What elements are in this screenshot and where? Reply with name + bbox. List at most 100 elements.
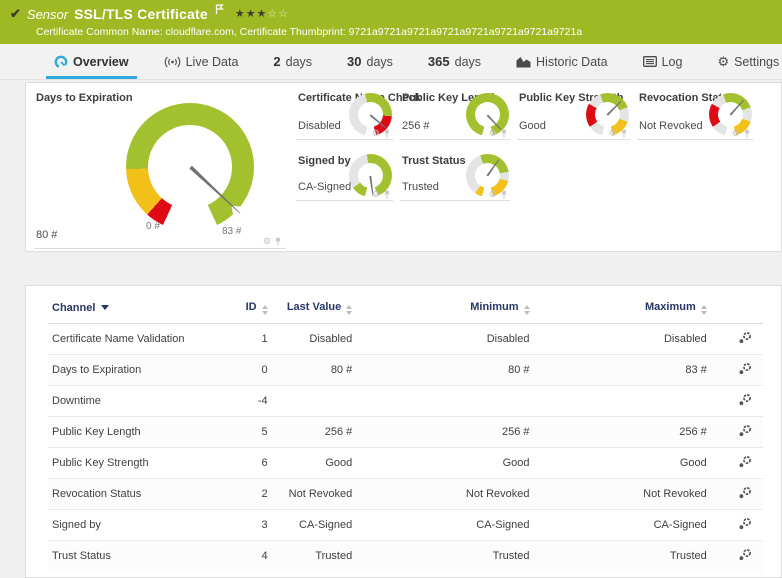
gauge-cell-signed-by[interactable]: Signed by CA-Signed ⚙ — [296, 146, 393, 201]
table-row[interactable]: Revocation Status 2 Not Revoked Not Revo… — [48, 478, 763, 510]
gauge-cell-public-key-length[interactable]: Public Key Length 256 # ⚙ — [400, 83, 510, 140]
cell-last-value: Trusted — [271, 540, 357, 571]
channel-settings-icon[interactable] — [738, 455, 753, 468]
channel-settings-icon[interactable] — [738, 517, 753, 530]
table-row[interactable]: Public Key Length 5 256 # 256 # 256 # — [48, 416, 763, 448]
gauge-cell-revocation-status[interactable]: Revocation Status Not Revoked ⚙ — [637, 83, 753, 140]
gauge-scale-min: 0 # — [146, 221, 160, 232]
cell-minimum: Not Revoked — [356, 478, 534, 510]
tab-30-days[interactable]: 30 days — [345, 44, 395, 79]
cell-id: 2 — [216, 478, 272, 510]
cell-id: 4 — [216, 540, 272, 571]
gauge-value: Trusted — [402, 181, 439, 193]
cell-channel: Public Key Length — [48, 416, 217, 448]
pin-icon[interactable] — [500, 190, 508, 199]
live-signal-icon — [164, 56, 180, 67]
log-list-icon — [642, 56, 657, 67]
channel-settings-icon[interactable] — [738, 486, 753, 499]
tab-2-days[interactable]: 2 days — [271, 44, 314, 79]
tab-settings[interactable]: ⚙ Settings — [715, 44, 781, 79]
column-header-maximum[interactable]: Maximum — [534, 296, 711, 324]
table-row[interactable]: Days to Expiration 0 80 # 80 # 83 # — [48, 354, 763, 386]
cell-id: 6 — [216, 447, 272, 479]
gauge-cell-public-key-strength[interactable]: Public Key Strength Good ⚙ — [517, 83, 630, 140]
channel-settings-icon[interactable] — [738, 362, 753, 375]
table-row[interactable]: Certificate Name Validation 1 Disabled D… — [48, 323, 763, 355]
sensor-kind-label: Sensor — [26, 6, 69, 22]
pin-icon[interactable] — [383, 129, 391, 138]
cell-minimum: CA-Signed — [356, 509, 534, 541]
cell-last-value: 256 # — [271, 416, 357, 448]
cell-id: -4 — [216, 385, 272, 417]
cell-minimum: 80 # — [356, 354, 534, 386]
cell-maximum — [533, 385, 711, 417]
gauge-icon — [54, 55, 68, 68]
tab-365-days[interactable]: 365 days — [426, 44, 483, 79]
column-header-channel[interactable]: Channel — [48, 296, 217, 324]
gauge-settings-gear-icon[interactable]: ⚙ — [732, 129, 740, 138]
gauge-settings-gear-icon[interactable]: ⚙ — [609, 129, 617, 138]
pin-icon[interactable] — [274, 237, 282, 246]
gauge-scale-max: 83 # — [222, 226, 242, 237]
tab-live-data[interactable]: Live Data — [162, 44, 241, 79]
cell-channel: Revocation Status — [48, 478, 217, 510]
tab-historic-data[interactable]: Historic Data — [514, 44, 610, 79]
cell-channel: Signed by — [48, 509, 217, 541]
gauge-settings-gear-icon[interactable]: ⚙ — [263, 237, 271, 246]
channel-settings-icon[interactable] — [738, 424, 753, 437]
priority-stars[interactable]: ★★★☆☆ — [235, 7, 289, 20]
channel-settings-icon[interactable] — [738, 548, 753, 561]
chart-icon — [516, 56, 531, 67]
column-header-id[interactable]: ID — [217, 296, 272, 324]
gauge-value: CA-Signed — [298, 181, 352, 193]
cell-channel: Trust Status — [48, 540, 217, 571]
cell-maximum: 256 # — [533, 416, 711, 448]
gauge-settings-gear-icon[interactable]: ⚙ — [372, 129, 380, 138]
cell-maximum: Disabled — [533, 323, 711, 355]
gauge-value: 256 # — [402, 120, 430, 132]
sensor-title: SSL/TLS Certificate — [74, 6, 208, 22]
cell-minimum — [356, 385, 534, 417]
sort-icon — [700, 305, 707, 315]
gauges-panel: Days to Expiration 0 # 83 # 80 # ⚙ Certi… — [25, 82, 782, 252]
gauge-title: Trust Status — [402, 155, 466, 167]
gear-icon: ⚙ — [717, 53, 730, 69]
column-header-last-value[interactable]: Last Value — [272, 296, 357, 324]
cell-channel: Certificate Name Validation — [48, 323, 217, 355]
pin-icon[interactable] — [500, 129, 508, 138]
gauge-settings-gear-icon[interactable]: ⚙ — [489, 129, 497, 138]
flag-icon[interactable] — [215, 2, 225, 20]
cell-maximum: Trusted — [533, 540, 711, 571]
cell-last-value: Good — [271, 447, 357, 479]
gauge-settings-gear-icon[interactable]: ⚙ — [489, 190, 497, 199]
gauge-settings-gear-icon[interactable]: ⚙ — [372, 190, 380, 199]
gauge-cell-days-to-expiration[interactable]: Days to Expiration 0 # 83 # 80 # ⚙ — [34, 83, 286, 249]
cell-maximum: Good — [533, 447, 711, 479]
tab-log[interactable]: Log — [641, 44, 685, 79]
table-row[interactable]: Downtime -4 — [48, 385, 763, 417]
table-row[interactable]: Signed by 3 CA-Signed CA-Signed CA-Signe… — [48, 509, 763, 541]
cell-id: 0 — [216, 354, 272, 386]
gauge-cell-certificate-name-check[interactable]: Certificate Name Check Disabled ⚙ — [296, 83, 421, 140]
table-row[interactable]: Trust Status 4 Trusted Trusted Trusted — [48, 540, 763, 571]
small-gauges-grid: Certificate Name Check Disabled ⚙Public … — [296, 83, 773, 251]
sort-icon — [523, 305, 530, 315]
gauge-value: 80 # — [36, 229, 58, 241]
cell-minimum: 256 # — [356, 416, 534, 448]
column-header-minimum[interactable]: Minimum — [356, 296, 533, 324]
cell-maximum: Not Revoked — [533, 478, 711, 510]
pin-icon[interactable] — [383, 190, 391, 199]
channel-settings-icon[interactable] — [738, 393, 753, 406]
pin-icon[interactable] — [743, 129, 751, 138]
gauge-cell-trust-status[interactable]: Trust Status Trusted ⚙ — [400, 146, 510, 201]
table-row[interactable]: Public Key Strength 6 Good Good Good — [48, 447, 763, 479]
tab-bar: Overview Live Data 2 days 30 days 365 days … — [0, 44, 782, 80]
sensor-subtitle: Certificate Common Name: cloudflare.com,… — [36, 26, 583, 38]
cell-last-value — [271, 385, 357, 417]
channel-settings-icon[interactable] — [738, 331, 753, 344]
pin-icon[interactable] — [620, 129, 628, 138]
cell-minimum: Good — [356, 447, 534, 479]
days-to-expiration-gauge — [126, 103, 254, 231]
tab-overview[interactable]: Overview — [46, 44, 137, 79]
gauge-value: Disabled — [298, 120, 341, 132]
